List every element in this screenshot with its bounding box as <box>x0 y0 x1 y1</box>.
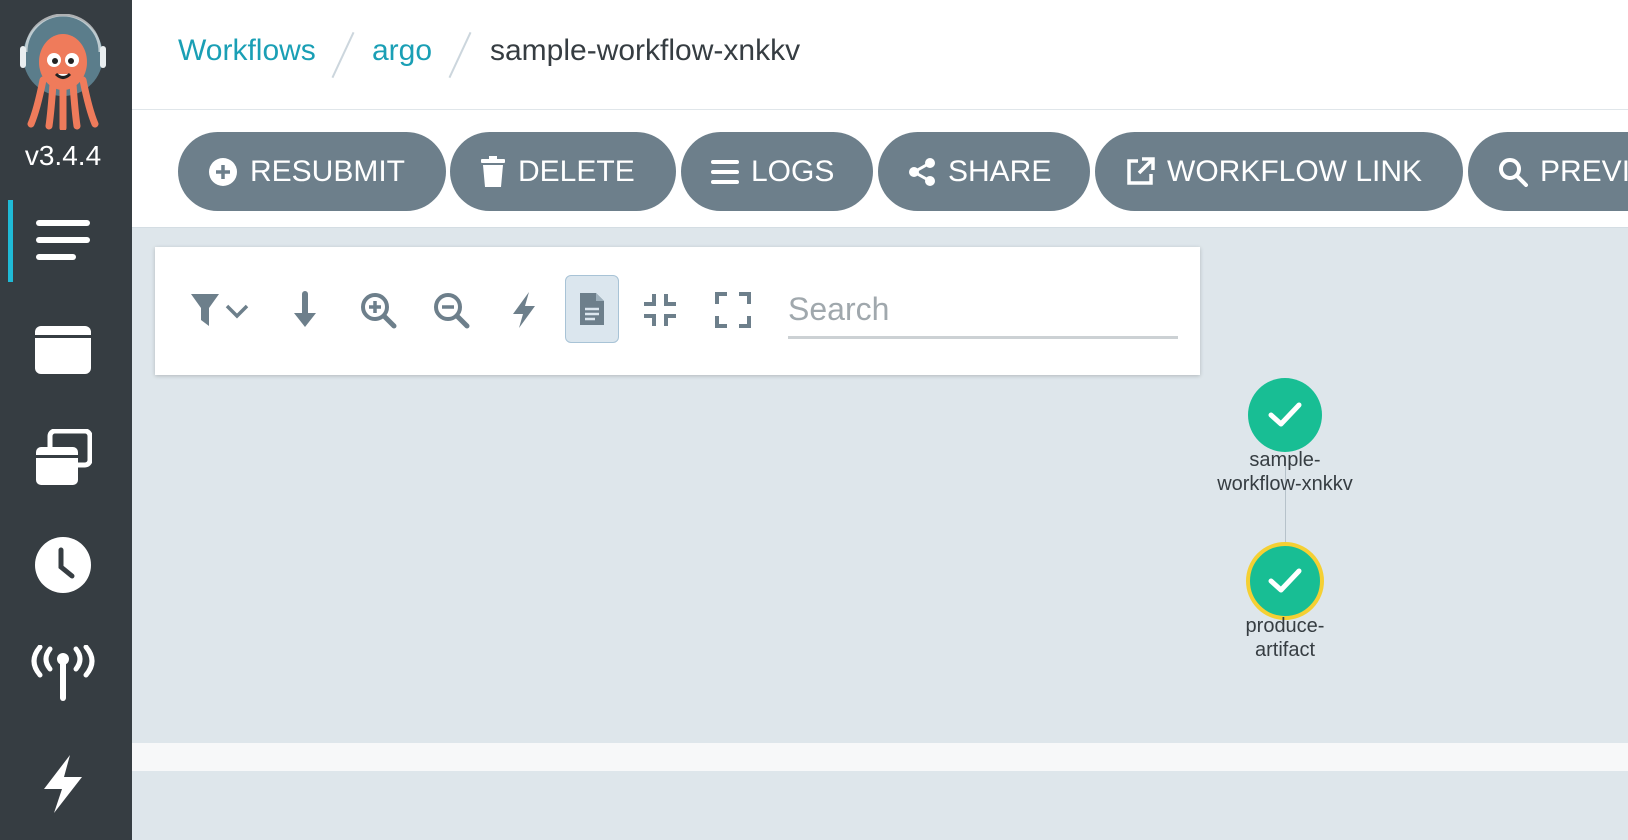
fast-render-button[interactable] <box>498 277 550 343</box>
logs-button[interactable]: LOGS <box>681 132 873 211</box>
node-label-line: artifact <box>1254 639 1316 661</box>
node-label: sample- workflow-xnkkv <box>1195 448 1375 496</box>
breadcrumb-workflows-link[interactable]: Workflows <box>178 34 316 68</box>
layout-direction-button[interactable] <box>279 277 331 343</box>
sidebar-item-workflow-templates[interactable] <box>0 306 126 394</box>
broadcast-icon <box>31 645 95 701</box>
external-link-icon <box>1125 156 1155 187</box>
zoom-in-button[interactable] <box>352 277 404 343</box>
delete-label: DELETE <box>518 154 635 188</box>
previous-runs-button[interactable]: PREVI <box>1468 132 1628 211</box>
lightning-icon <box>44 755 82 813</box>
plus-circle-icon <box>208 157 238 187</box>
action-toolbar: RESUBMIT DELETE LOGS SHARE WORKFLOW LINK… <box>132 110 1628 228</box>
previous-runs-label: PREVI <box>1540 154 1628 188</box>
zoom-out-icon <box>434 293 470 329</box>
graph-controls-panel <box>155 247 1200 375</box>
lightning-icon <box>513 292 535 328</box>
list-icon <box>711 159 739 185</box>
workflow-link-button[interactable]: WORKFLOW LINK <box>1095 132 1463 211</box>
graph-node-sample-workflow[interactable] <box>1248 378 1322 452</box>
expand-icon <box>715 292 751 328</box>
resubmit-label: RESUBMIT <box>250 154 406 188</box>
details-panel-divider <box>132 743 1628 771</box>
sidebar-item-cron-workflows[interactable] <box>0 521 126 609</box>
clock-icon <box>35 537 91 593</box>
share-label: SHARE <box>948 154 1052 188</box>
node-label-line: workflow-xnkkv <box>1217 473 1353 495</box>
collapse-button[interactable] <box>634 277 686 343</box>
node-label-line: sample- <box>1249 449 1321 471</box>
trash-icon <box>480 155 506 188</box>
sidebar-item-sensors[interactable] <box>0 740 126 828</box>
document-icon <box>580 293 604 325</box>
compress-icon <box>644 294 676 326</box>
sidebar: v3.4.4 <box>0 0 132 840</box>
share-button[interactable]: SHARE <box>878 132 1090 211</box>
delete-button[interactable]: DELETE <box>450 132 676 211</box>
check-icon <box>1268 568 1302 593</box>
artifacts-toggle-button[interactable] <box>565 275 619 343</box>
breadcrumb: Workflows argo sample-workflow-xnkkv <box>132 0 1628 110</box>
app-version: v3.4.4 <box>24 140 102 171</box>
resubmit-button[interactable]: RESUBMIT <box>178 132 446 211</box>
check-icon <box>1268 402 1302 427</box>
filter-dropdown[interactable] <box>185 277 259 343</box>
menu-lines-icon <box>36 220 90 260</box>
filter-icon <box>191 294 249 326</box>
share-icon <box>908 157 936 187</box>
logs-label: LOGS <box>751 154 835 188</box>
node-label: produce- artifact <box>1195 614 1375 662</box>
page-title: sample-workflow-xnkkv <box>490 34 801 67</box>
sidebar-item-workflows[interactable] <box>0 196 126 284</box>
graph-search-input[interactable] <box>788 283 1178 339</box>
zoom-out-button[interactable] <box>425 277 477 343</box>
breadcrumb-namespace-link[interactable]: argo <box>372 34 432 68</box>
zoom-in-icon <box>361 293 397 329</box>
breadcrumb-separator <box>331 31 355 79</box>
window-icon <box>35 326 91 374</box>
arrow-down-icon <box>294 291 316 327</box>
workflow-link-label: WORKFLOW LINK <box>1167 154 1423 188</box>
breadcrumb-separator <box>448 31 472 79</box>
search-icon <box>1498 157 1528 187</box>
expand-button[interactable] <box>707 277 759 343</box>
argo-logo-icon <box>20 14 106 130</box>
sidebar-item-event-sources[interactable] <box>0 630 126 718</box>
node-label-line: produce- <box>1245 615 1325 637</box>
graph-node-produce-artifact[interactable] <box>1246 542 1324 620</box>
stacked-windows-icon <box>36 429 92 485</box>
sidebar-item-cluster-templates[interactable] <box>0 414 126 502</box>
